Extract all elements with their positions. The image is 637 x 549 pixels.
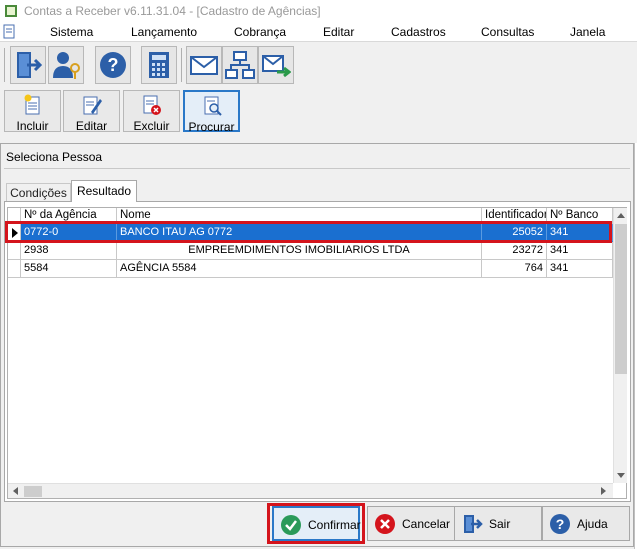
scroll-left-icon[interactable] (13, 487, 18, 495)
users-key-icon (53, 52, 80, 79)
cell-agencia[interactable]: 0772-0 (21, 224, 117, 242)
cancelar-label: Cancelar (402, 517, 451, 531)
horizontal-scrollbar[interactable] (8, 483, 613, 498)
email-send-button[interactable] (258, 46, 294, 84)
edit-document-icon (83, 96, 102, 115)
window-title: Contas a Receber v6.11.31.04 - [Cadastro… (24, 4, 321, 18)
scroll-up-icon[interactable] (617, 213, 625, 218)
toolbar-separator (4, 48, 5, 82)
incluir-button[interactable]: Incluir (4, 90, 61, 133)
seleciona-pessoa-dialog: Seleciona Pessoa Condições Resultado Nº … (0, 143, 634, 547)
cell-nome[interactable]: BANCO ITAU AG 0772 (117, 224, 482, 242)
network-button[interactable] (222, 46, 258, 84)
cell-banco[interactable]: 341 (547, 224, 613, 242)
cancel-circle-icon (375, 514, 395, 534)
check-circle-icon (281, 515, 301, 535)
vertical-scroll-thumb[interactable] (615, 224, 627, 374)
cell-banco[interactable]: 341 (547, 260, 613, 278)
procurar-button[interactable]: Procurar (183, 90, 240, 134)
column-header-banco[interactable]: Nº Banco (547, 208, 613, 224)
cell-nome[interactable]: EMPREEMDIMENTOS IMOBILIARIOS LTDA (117, 242, 482, 260)
menu-consultas[interactable]: Consultas (481, 25, 534, 39)
table-row[interactable]: 0772-0 BANCO ITAU AG 0772 25052 341 (8, 224, 613, 242)
menu-cobranca[interactable]: Cobrança (234, 25, 286, 39)
crud-toolbar: Incluir Editar Excluir Procurar (0, 88, 637, 134)
title-bar: Contas a Receber v6.11.31.04 - [Cadastro… (0, 0, 637, 22)
vertical-scrollbar[interactable] (613, 208, 627, 483)
menu-cadastros[interactable]: Cadastros (391, 25, 446, 39)
current-row-arrow-icon (12, 228, 18, 238)
menu-editar[interactable]: Editar (323, 25, 354, 39)
help-toolbar-button[interactable]: ? (95, 46, 131, 84)
users-button[interactable] (48, 46, 84, 84)
app-icon (5, 5, 17, 17)
row-indicator (8, 260, 21, 278)
sair-button[interactable]: Sair (454, 506, 542, 541)
cell-identificador[interactable]: 764 (482, 260, 547, 278)
cancelar-button[interactable]: Cancelar (367, 506, 455, 541)
calculator-button[interactable] (141, 46, 177, 84)
menu-janela[interactable]: Janela (570, 25, 605, 39)
exit-door-icon (464, 515, 483, 533)
envelope-icon (190, 56, 218, 75)
scroll-right-icon[interactable] (601, 487, 606, 495)
delete-document-icon (143, 95, 161, 115)
table-row[interactable]: 2938 EMPREEMDIMENTOS IMOBILIARIOS LTDA 2… (8, 242, 613, 260)
email-send-icon (262, 55, 291, 78)
cell-identificador[interactable]: 23272 (482, 242, 547, 260)
excluir-button[interactable]: Excluir (123, 90, 180, 133)
tab-condicoes[interactable]: Condições (6, 183, 71, 201)
confirmar-button[interactable]: Confirmar (272, 506, 361, 541)
menu-lancamento[interactable]: Lançamento (131, 25, 197, 39)
cell-nome[interactable]: AGÊNCIA 5584 (117, 260, 482, 278)
toolbar-separator (181, 48, 182, 82)
search-document-icon (204, 96, 222, 116)
envelope-button[interactable] (186, 46, 222, 84)
svg-text:?: ? (556, 516, 565, 532)
calculator-icon (149, 52, 169, 78)
dialog-title-divider (4, 168, 630, 169)
tab-resultado[interactable]: Resultado (71, 180, 137, 202)
ajuda-button[interactable]: ? Ajuda (542, 506, 630, 541)
dialog-title: Seleciona Pessoa (6, 150, 103, 164)
column-header-identificador[interactable]: Identificador (482, 208, 547, 224)
icon-toolbar: ? (0, 43, 637, 87)
column-header-nome[interactable]: Nome (117, 208, 482, 224)
menu-sistema[interactable]: Sistema (50, 25, 93, 39)
table-row[interactable]: 5584 AGÊNCIA 5584 764 341 (8, 260, 613, 278)
editar-button[interactable]: Editar (63, 90, 120, 133)
sair-label: Sair (489, 517, 511, 531)
incluir-label: Incluir (16, 119, 49, 133)
svg-text:?: ? (108, 55, 119, 75)
scroll-down-icon[interactable] (617, 473, 625, 478)
row-indicator (8, 242, 21, 260)
results-grid: Nº da Agência Nome Identificador Nº Banc… (7, 207, 627, 499)
excluir-label: Excluir (133, 119, 170, 133)
exit-door-icon (17, 52, 43, 78)
menu-bar: Sistema Lançamento Cobrança Editar Cadas… (0, 22, 637, 42)
document-icon[interactable] (2, 24, 16, 40)
confirmar-label: Confirmar (308, 518, 361, 532)
help-icon: ? (100, 52, 126, 78)
grid-indicator-header (8, 208, 21, 224)
horizontal-scroll-thumb[interactable] (24, 486, 42, 497)
cell-identificador[interactable]: 25052 (482, 224, 547, 242)
ajuda-label: Ajuda (577, 517, 608, 531)
cell-agencia[interactable]: 2938 (21, 242, 117, 260)
help-icon: ? (550, 514, 570, 534)
cell-banco[interactable]: 341 (547, 242, 613, 260)
column-header-agencia[interactable]: Nº da Agência (21, 208, 117, 224)
procurar-label: Procurar (188, 120, 235, 134)
editar-label: Editar (75, 119, 108, 133)
row-indicator (8, 224, 21, 242)
cell-agencia[interactable]: 5584 (21, 260, 117, 278)
network-icon (225, 51, 255, 79)
new-document-icon (24, 94, 40, 115)
exit-button[interactable] (10, 46, 46, 84)
